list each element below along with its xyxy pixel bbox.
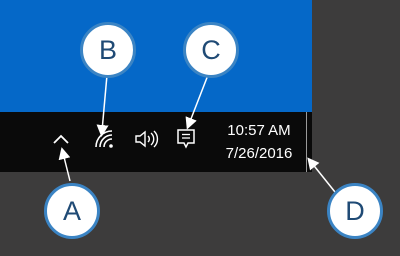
callout-b: B [80, 22, 136, 78]
callout-d-pointer [307, 157, 336, 193]
callout-b-pointer [96, 74, 109, 137]
callout-a: A [44, 183, 100, 239]
callout-c: C [183, 22, 239, 78]
callout-d: D [327, 183, 383, 239]
callout-a-pointer [58, 147, 71, 182]
callout-c-pointer [185, 74, 209, 130]
